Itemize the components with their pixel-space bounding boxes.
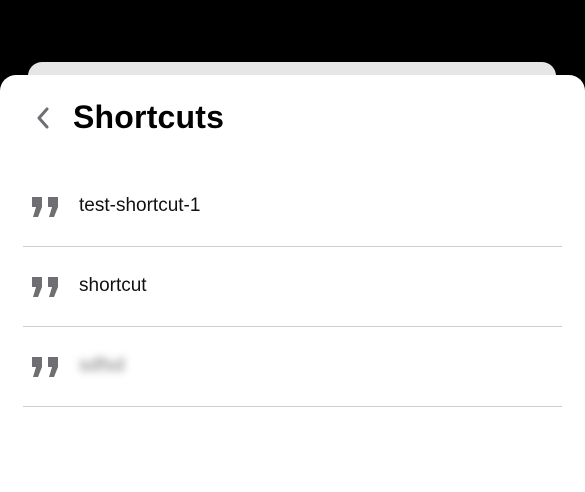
list-item[interactable]: sdfsd [0,327,585,407]
quote-icon [30,195,62,219]
back-button[interactable] [26,103,60,137]
list-item[interactable]: test-shortcut-1 [0,167,585,247]
chevron-left-icon [35,106,51,135]
list-item[interactable]: shortcut [0,247,585,327]
divider [23,406,562,407]
header: Shortcuts [0,75,585,165]
shortcut-label: shortcut [79,275,147,296]
shortcuts-sheet: Shortcuts test-shortcut-1 shortcut sdfsd [0,75,585,492]
shortcut-label: test-shortcut-1 [79,195,201,216]
shortcut-label-blurred: sdfsd [79,355,125,376]
page-title: Shortcuts [73,99,225,135]
quote-icon [30,275,62,299]
quote-icon [30,355,62,379]
shortcut-list: test-shortcut-1 shortcut sdfsd [0,167,585,407]
